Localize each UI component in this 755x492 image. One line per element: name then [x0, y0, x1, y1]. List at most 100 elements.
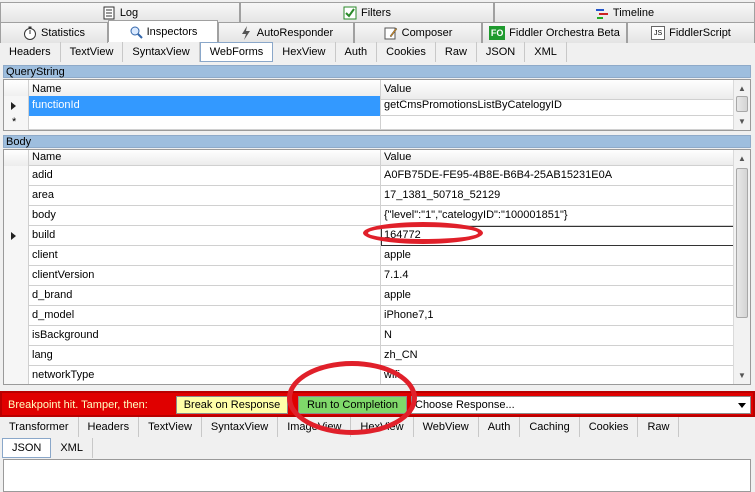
- resp-tab-textview[interactable]: TextView: [139, 417, 202, 437]
- body-name-cell[interactable]: d_brand: [29, 286, 381, 306]
- req-tab-hexview[interactable]: HexView: [273, 42, 336, 62]
- req-tab-xml[interactable]: XML: [525, 42, 567, 62]
- scroll-down-icon[interactable]: ▼: [734, 367, 750, 383]
- resp-tab-headers[interactable]: Headers: [79, 417, 140, 437]
- tab-composer[interactable]: Composer: [354, 22, 482, 43]
- row-header[interactable]: [4, 306, 29, 326]
- scroll-thumb[interactable]: [736, 168, 748, 318]
- table-row[interactable]: client apple: [4, 246, 734, 266]
- break-on-response-button[interactable]: Break on Response: [176, 396, 288, 414]
- response-body-pane[interactable]: [3, 459, 751, 492]
- req-tab-webforms[interactable]: WebForms: [199, 42, 274, 62]
- tab-inspectors[interactable]: Inspectors: [108, 20, 218, 42]
- table-row[interactable]: clientVersion 7.1.4: [4, 266, 734, 286]
- resp-tab-webview[interactable]: WebView: [414, 417, 479, 437]
- row-header[interactable]: [4, 226, 29, 246]
- resp-tab-syntaxview[interactable]: SyntaxView: [202, 417, 279, 437]
- body-value-cell[interactable]: A0FB75DE-FE95-4B8E-B6B4-25AB15231E0A: [381, 166, 734, 186]
- body-name-cell[interactable]: networkType: [29, 366, 381, 384]
- body-value-cell[interactable]: 164772: [381, 226, 734, 246]
- tab-timeline[interactable]: Timeline: [494, 2, 755, 23]
- row-header[interactable]: [4, 346, 29, 366]
- body-value-cell[interactable]: iPhone7,1: [381, 306, 734, 326]
- resp-tab-caching[interactable]: Caching: [520, 417, 580, 437]
- table-row[interactable]: lang zh_CN: [4, 346, 734, 366]
- resp-tab-auth[interactable]: Auth: [479, 417, 521, 437]
- body-col-name[interactable]: Name: [29, 150, 381, 166]
- body-value-cell[interactable]: wifi: [381, 366, 734, 384]
- tab-filters[interactable]: Filters: [240, 2, 494, 23]
- req-tab-cookies[interactable]: Cookies: [377, 42, 436, 62]
- row-header[interactable]: [4, 266, 29, 286]
- row-header[interactable]: [4, 186, 29, 206]
- table-row[interactable]: isBackground N: [4, 326, 734, 346]
- body-scrollbar[interactable]: ▲ ▼: [733, 150, 750, 384]
- resp-tab-imageview[interactable]: ImageView: [278, 417, 352, 437]
- resp-subtab-xml[interactable]: XML: [51, 438, 93, 458]
- req-tab-auth[interactable]: Auth: [336, 42, 378, 62]
- tab-filters-label: Filters: [361, 7, 391, 19]
- table-row[interactable]: d_brand apple: [4, 286, 734, 306]
- row-header[interactable]: [4, 366, 29, 384]
- row-header[interactable]: [4, 166, 29, 186]
- body-value-cell[interactable]: 7.1.4: [381, 266, 734, 286]
- tab-fiddlerscript[interactable]: JS FiddlerScript: [627, 22, 755, 43]
- run-to-completion-button[interactable]: Run to Completion: [298, 396, 407, 414]
- chevron-down-icon[interactable]: [738, 403, 746, 408]
- querystring-name-cell[interactable]: functionId: [29, 96, 381, 116]
- table-row-new[interactable]: *: [4, 116, 734, 130]
- table-row[interactable]: build 164772: [4, 226, 734, 246]
- tab-statistics[interactable]: Statistics: [0, 22, 108, 43]
- table-row[interactable]: area 17_1381_50718_52129: [4, 186, 734, 206]
- resp-tab-transformer[interactable]: Transformer: [0, 417, 79, 437]
- body-col-value[interactable]: Value: [381, 150, 734, 166]
- body-name-cell[interactable]: build: [29, 226, 381, 246]
- body-name-cell[interactable]: isBackground: [29, 326, 381, 346]
- resp-tab-hexview[interactable]: HexView: [351, 417, 414, 437]
- choose-response-dropdown[interactable]: Choose Response...: [411, 396, 751, 414]
- querystring-new-name-cell[interactable]: [29, 116, 381, 130]
- row-header[interactable]: *: [4, 116, 29, 130]
- body-name-cell[interactable]: lang: [29, 346, 381, 366]
- table-row[interactable]: d_model iPhone7,1: [4, 306, 734, 326]
- tab-autoresponder[interactable]: AutoResponder: [218, 22, 354, 43]
- body-value-cell[interactable]: apple: [381, 286, 734, 306]
- querystring-scrollbar[interactable]: ▲ ▼: [733, 80, 750, 130]
- body-value-cell[interactable]: N: [381, 326, 734, 346]
- querystring-value-cell[interactable]: getCmsPromotionsListByCatelogyID: [381, 96, 734, 116]
- body-value-cell[interactable]: apple: [381, 246, 734, 266]
- resp-subtab-json[interactable]: JSON: [2, 438, 52, 458]
- table-row[interactable]: body {"level":"1","catelogyID":"100001851…: [4, 206, 734, 226]
- resp-tab-cookies[interactable]: Cookies: [580, 417, 639, 437]
- response-inspector-tabs: Transformer Headers TextView SyntaxView …: [0, 417, 755, 437]
- querystring-new-value-cell[interactable]: [381, 116, 734, 130]
- req-tab-raw[interactable]: Raw: [436, 42, 477, 62]
- table-row[interactable]: adid A0FB75DE-FE95-4B8E-B6B4-25AB15231E0A: [4, 166, 734, 186]
- req-tab-json[interactable]: JSON: [477, 42, 526, 62]
- tab-fiddler-orchestra[interactable]: FO Fiddler Orchestra Beta: [482, 22, 627, 43]
- body-name-cell[interactable]: body: [29, 206, 381, 226]
- body-value-cell[interactable]: 17_1381_50718_52129: [381, 186, 734, 206]
- row-header[interactable]: [4, 326, 29, 346]
- scroll-thumb[interactable]: [736, 96, 748, 112]
- body-name-cell[interactable]: area: [29, 186, 381, 206]
- row-header[interactable]: [4, 246, 29, 266]
- body-name-cell[interactable]: adid: [29, 166, 381, 186]
- scroll-up-icon[interactable]: ▲: [734, 150, 750, 166]
- row-header[interactable]: [4, 206, 29, 226]
- body-name-cell[interactable]: d_model: [29, 306, 381, 326]
- body-name-cell[interactable]: client: [29, 246, 381, 266]
- req-tab-textview[interactable]: TextView: [61, 42, 124, 62]
- body-value-cell[interactable]: {"level":"1","catelogyID":"100001851"}: [381, 206, 734, 226]
- row-header[interactable]: [4, 286, 29, 306]
- row-header[interactable]: [4, 96, 29, 116]
- resp-tab-raw[interactable]: Raw: [638, 417, 680, 437]
- scroll-down-icon[interactable]: ▼: [734, 113, 750, 129]
- table-row[interactable]: functionId getCmsPromotionsListByCatelog…: [4, 96, 734, 116]
- req-tab-headers[interactable]: Headers: [0, 42, 61, 62]
- table-row[interactable]: networkType wifi: [4, 366, 734, 384]
- body-name-cell[interactable]: clientVersion: [29, 266, 381, 286]
- scroll-up-icon[interactable]: ▲: [734, 80, 750, 96]
- body-value-cell[interactable]: zh_CN: [381, 346, 734, 366]
- req-tab-syntaxview[interactable]: SyntaxView: [123, 42, 200, 62]
